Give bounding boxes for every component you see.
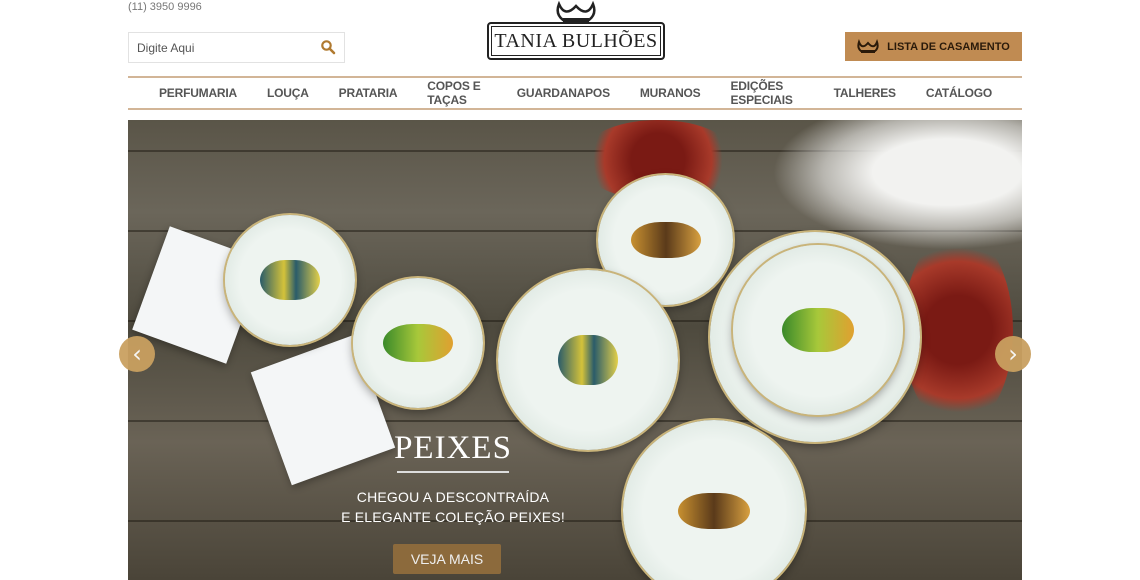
plate <box>733 245 903 415</box>
wedding-list-label: LISTA DE CASAMENTO <box>887 40 1010 53</box>
logo[interactable]: TANIA BULHÕES <box>487 0 665 62</box>
crown-icon <box>556 0 596 22</box>
crown-icon <box>857 39 879 53</box>
logo-text: TANIA BULHÕES <box>487 22 665 60</box>
chevron-left-icon: ‹ <box>132 340 142 368</box>
hero-title: PEIXES <box>394 430 512 466</box>
main-nav: PERFUMARIA LOUÇA PRATARIA COPOS E TAÇAS … <box>128 76 1022 110</box>
search-icon[interactable] <box>320 39 336 55</box>
search-box[interactable] <box>128 32 345 63</box>
plate <box>498 270 678 450</box>
nav-muranos[interactable]: MURANOS <box>640 86 701 100</box>
plate <box>623 420 805 580</box>
wood-plank <box>128 520 1022 522</box>
search-input[interactable] <box>129 33 309 62</box>
hero-caption: PEIXES CHEGOU A DESCONTRAÍDA E ELEGANTE … <box>333 430 573 527</box>
nav-prataria[interactable]: PRATARIA <box>339 86 398 100</box>
plate <box>225 215 355 345</box>
nav-copos-e-tacas[interactable]: COPOS E TAÇAS <box>427 79 486 107</box>
plate <box>353 278 483 408</box>
nav-catalogo[interactable]: CATÁLOGO <box>926 86 992 100</box>
nav-talheres[interactable]: TALHERES <box>834 86 896 100</box>
title-divider <box>397 471 509 473</box>
nav-edicoes-especiais[interactable]: EDIÇÕES ESPECIAIS <box>730 79 803 107</box>
hero-carousel[interactable]: PEIXES CHEGOU A DESCONTRAÍDA E ELEGANTE … <box>128 120 1022 580</box>
nav-perfumaria[interactable]: PERFUMARIA <box>159 86 237 100</box>
carousel-prev-button[interactable]: ‹ <box>119 336 155 372</box>
hero-line-2: E ELEGANTE COLEÇÃO PEIXES! <box>341 509 565 525</box>
wedding-list-button[interactable]: LISTA DE CASAMENTO <box>845 32 1022 61</box>
hero-line-1: CHEGOU A DESCONTRAÍDA <box>356 489 550 505</box>
carousel-next-button[interactable]: › <box>995 336 1031 372</box>
nav-guardanapos[interactable]: GUARDANAPOS <box>517 86 610 100</box>
chevron-right-icon: › <box>1008 340 1018 368</box>
phone-number: (11) 3950 9996 <box>128 1 202 13</box>
coral-decoration <box>772 120 1022 250</box>
nav-louca[interactable]: LOUÇA <box>267 86 309 100</box>
veja-mais-button[interactable]: VEJA MAIS <box>393 544 501 574</box>
